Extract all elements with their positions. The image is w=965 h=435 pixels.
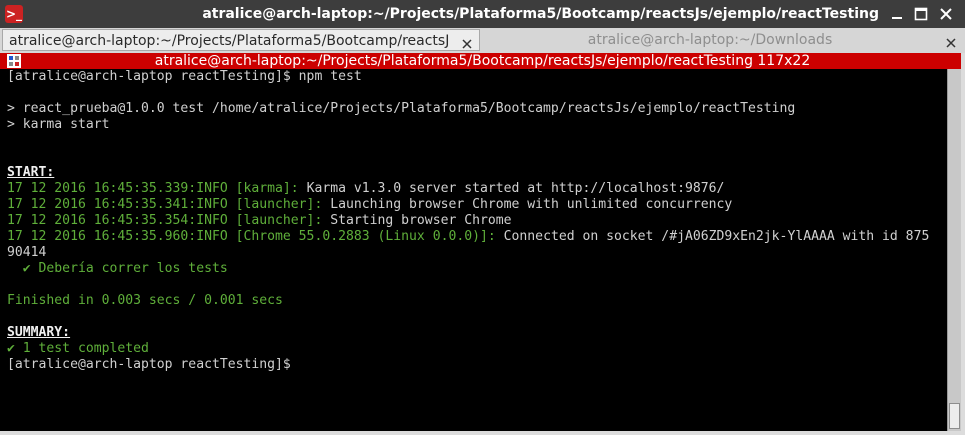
- terminal-line: SUMMARY:: [0, 325, 947, 341]
- minimize-button[interactable]: [889, 6, 905, 22]
- log-prefix: 17 12 2016 16:45:35.341:INFO [launcher]:: [7, 197, 323, 212]
- log-line: 17 12 2016 16:45:35.341:INFO [launcher]:…: [0, 197, 947, 213]
- close-icon: [940, 8, 952, 20]
- window-title: atralice@arch-laptop:~/Projects/Platafor…: [202, 6, 879, 22]
- window-titlebar[interactable]: >_ atralice@arch-laptop:~/Projects/Plata…: [0, 0, 965, 28]
- summary-label: SUMMARY:: [7, 325, 71, 340]
- tab-close-button[interactable]: [461, 35, 473, 49]
- tab-bar: atralice@arch-laptop:~/Projects/Platafor…: [0, 28, 965, 53]
- terminal-header-text: atralice@arch-laptop:~/Projects/Platafor…: [154, 53, 811, 69]
- log-prefix: 17 12 2016 16:45:35.339:INFO [karma]:: [7, 181, 299, 196]
- close-window-button[interactable]: [938, 6, 954, 22]
- tab-close-button[interactable]: [945, 34, 957, 48]
- terminal-line: START:: [0, 165, 947, 181]
- close-icon: [946, 38, 956, 48]
- log-message: Starting browser Chrome: [322, 213, 512, 228]
- tab-label: atralice@arch-laptop:~/Downloads: [587, 32, 833, 48]
- terminal-line: > karma start: [7, 117, 110, 132]
- terminal-prompt[interactable]: [atralice@arch-laptop reactTesting]$: [0, 357, 947, 373]
- scrollbar-thumb[interactable]: [949, 403, 960, 429]
- tab-downloads[interactable]: atralice@arch-laptop:~/Downloads: [482, 29, 963, 51]
- window-frame-bottom: [0, 431, 965, 435]
- log-message: Connected on socket /#jA06ZD9xEn2jk-YlAA…: [495, 229, 930, 244]
- start-label: START:: [7, 165, 55, 180]
- log-message: Launching browser Chrome with unlimited …: [322, 197, 733, 212]
- summary-result-line: ✔ 1 test completed: [7, 341, 149, 356]
- terminal-header: atralice@arch-laptop:~/Projects/Platafor…: [0, 53, 965, 69]
- close-icon: [462, 39, 472, 49]
- minimize-icon: [892, 17, 902, 19]
- terminal-line: [atralice@arch-laptop reactTesting]$ npm…: [7, 69, 362, 84]
- terminal-scrollbar[interactable]: [947, 69, 961, 431]
- log-message: Karma v1.3.0 server started at http://lo…: [298, 181, 725, 196]
- window-frame-right: [961, 53, 965, 435]
- log-line: 17 12 2016 16:45:35.354:INFO [launcher]:…: [0, 213, 947, 229]
- log-line: 17 12 2016 16:45:35.339:INFO [karma]: Ka…: [0, 181, 947, 197]
- test-result-line: ✔ Debería correr los tests: [7, 261, 228, 276]
- maximize-button[interactable]: [913, 6, 929, 22]
- log-prefix: 17 12 2016 16:45:35.960:INFO [Chrome 55.…: [7, 229, 496, 244]
- tab-label: atralice@arch-laptop:~/Projects/Platafor…: [9, 33, 450, 49]
- finished-line: Finished in 0.003 secs / 0.001 secs: [7, 293, 283, 308]
- log-prefix: 17 12 2016 16:45:35.354:INFO [launcher]:: [7, 213, 323, 228]
- terminal-line: 90414: [7, 245, 47, 260]
- terminal-icon[interactable]: >_: [5, 5, 23, 23]
- tab-reacttesting[interactable]: atralice@arch-laptop:~/Projects/Platafor…: [2, 29, 480, 51]
- maximize-icon: [914, 7, 928, 21]
- terminal-output[interactable]: [atralice@arch-laptop reactTesting]$ npm…: [0, 69, 947, 431]
- terminal-line: > react_prueba@1.0.0 test /home/atralice…: [7, 101, 796, 116]
- log-line: 17 12 2016 16:45:35.960:INFO [Chrome 55.…: [0, 229, 947, 245]
